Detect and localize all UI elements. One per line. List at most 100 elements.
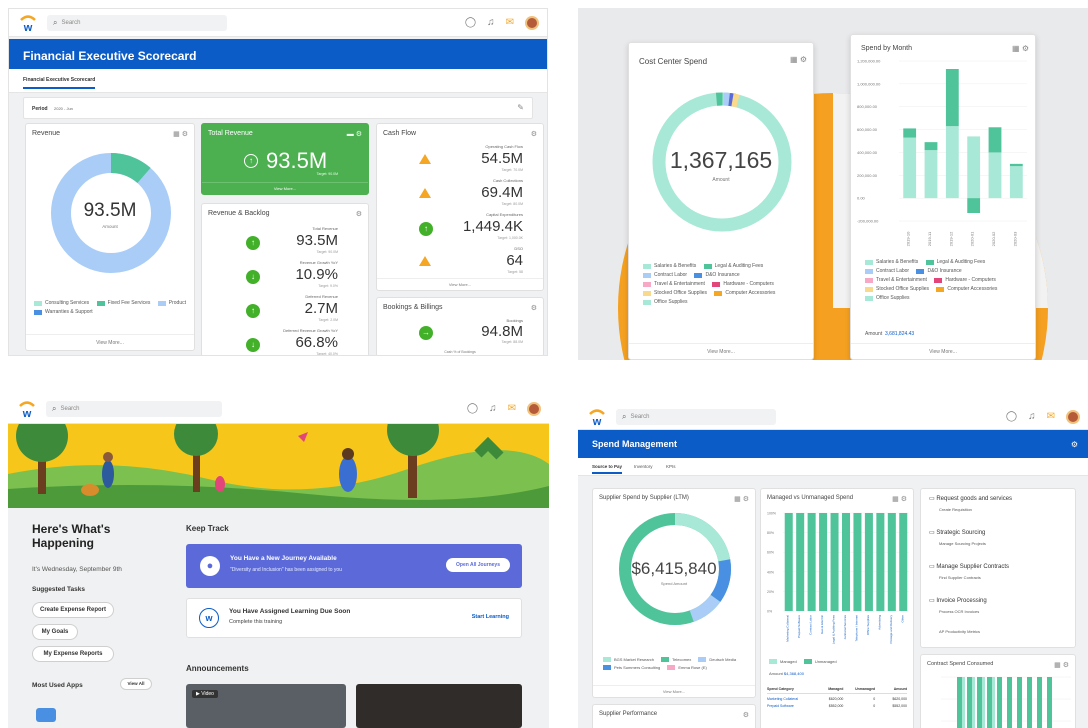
heading-line: Here's What's: [32, 522, 111, 536]
x-tick-label: 2020-03: [1012, 231, 1017, 246]
workday-logo-icon[interactable]: w: [17, 12, 39, 34]
revenue-backlog-card: Revenue & Backlog ⚙ ↑ Total Revenue 93.5…: [201, 203, 369, 355]
scorecard-screenshot: w ⌕ Search ◯ ♫ ✉ Financial Executive Scor…: [8, 8, 548, 356]
search-input[interactable]: ⌕ Search: [47, 14, 227, 31]
settings-icon[interactable]: ▦ ⚙: [734, 495, 749, 503]
my-goals-button[interactable]: My Goals: [32, 624, 78, 640]
spend-by-month-legend: Salaries & Benefits Legal & Auditing Fee…: [865, 259, 1035, 304]
view-more-link[interactable]: View More...: [593, 685, 755, 697]
card-title: Revenue & Backlog: [208, 210, 270, 217]
action-title[interactable]: ▭ Manage Supplier Contracts: [929, 563, 1009, 570]
y-tick-label: 80%: [767, 531, 774, 535]
kpi-target: Target: 70.0M: [501, 168, 523, 172]
supplier-sub: Spend Amount: [660, 581, 688, 586]
card-title: Cost Center Spend: [639, 57, 708, 66]
x-tick-label: Contract Labor: [809, 615, 813, 635]
bar-salaries-benefits: [1009, 166, 1023, 199]
tab-kpis[interactable]: KPIs: [666, 464, 676, 469]
top-bar: w ⌕ Search ◯ ♫ ✉: [8, 394, 549, 424]
settings-icon[interactable]: ⚙: [743, 711, 749, 719]
tab-scorecard[interactable]: Financial Executive Scorecard: [23, 77, 96, 89]
view-more-link[interactable]: View More...: [26, 334, 194, 350]
x-tick-label: Prepaid Software: [797, 615, 801, 638]
cash-flow-card: Cash Flow ⚙ Operating Cash Flow 54.5M Ta…: [376, 123, 544, 291]
avatar[interactable]: [527, 401, 541, 416]
action-title[interactable]: ▭ Invoice Processing: [929, 597, 987, 604]
create-expense-report-button[interactable]: Create Expense Report: [32, 602, 114, 618]
action-link[interactable]: Create Requisition: [939, 507, 972, 512]
suggested-heading: Suggested Tasks: [32, 586, 85, 593]
announcement-video-card[interactable]: ▶ Video: [186, 684, 346, 728]
settings-icon[interactable]: ▦ ⚙: [790, 55, 807, 64]
inbox-icon[interactable]: ✉: [506, 17, 514, 28]
view-all-button[interactable]: View All: [120, 678, 152, 690]
search-input[interactable]: ⌕ Search: [616, 408, 776, 425]
action-link[interactable]: Manage Sourcing Projects: [939, 541, 986, 546]
open-all-journeys-button[interactable]: Open All Journeys: [446, 558, 510, 572]
chat-icon[interactable]: ◯: [465, 17, 476, 28]
table-row[interactable]: Prepaid Software $552,000 0 $552,000: [767, 701, 907, 708]
tab-inventory[interactable]: Inventory: [634, 464, 653, 469]
kpi-label: Revenue Growth YoY: [299, 260, 338, 265]
x-tick-label: 2020-01: [970, 231, 975, 246]
inbox-icon[interactable]: ✉: [1047, 411, 1055, 422]
avatar[interactable]: [525, 15, 539, 30]
bar-managed: [841, 513, 851, 611]
settings-icon[interactable]: ⚙: [531, 304, 537, 312]
inbox-icon[interactable]: ✉: [508, 403, 516, 414]
settings-icon[interactable]: ▦ ⚙: [892, 495, 907, 503]
view-more-link[interactable]: View More...: [629, 343, 813, 359]
learning-card[interactable]: w You Have Assigned Learning Due Soon Co…: [186, 598, 522, 638]
chat-icon[interactable]: ◯: [467, 403, 478, 414]
y-tick-label: 0.00: [857, 196, 866, 201]
start-learning-link[interactable]: Start Learning: [472, 614, 509, 620]
search-input[interactable]: ⌕ Search: [46, 400, 222, 417]
bell-icon[interactable]: ♫: [1028, 411, 1036, 422]
settings-icon[interactable]: ▬ ⚙: [347, 130, 362, 138]
settings-icon[interactable]: ⚙: [356, 210, 362, 218]
app-icon[interactable]: [36, 708, 56, 722]
settings-icon[interactable]: ▦ ⚙: [1012, 44, 1029, 53]
action-title[interactable]: ▭ Request goods and services: [929, 495, 1012, 502]
tab-source-to-pay[interactable]: Source to Pay: [592, 464, 623, 474]
settings-icon[interactable]: ⚙: [1071, 440, 1078, 449]
settings-icon[interactable]: ▦ ⚙: [1054, 661, 1069, 669]
x-tick-label: Advertising: [877, 615, 881, 630]
table-row[interactable]: Marketing Collateral $620,000 0 $620,000: [767, 694, 907, 701]
view-more-link[interactable]: View More...: [202, 182, 368, 194]
bar-managed: [853, 513, 862, 611]
journey-card[interactable]: ● You Have a New Journey Available "Dive…: [186, 544, 522, 588]
bell-icon[interactable]: ♫: [489, 403, 497, 414]
bar-salaries-benefits: [945, 126, 959, 199]
kpi-value: 64: [506, 252, 523, 269]
action-link[interactable]: AP Productivity Metrics: [939, 629, 980, 634]
workday-logo-icon[interactable]: w: [16, 398, 38, 420]
announcement-card[interactable]: [356, 684, 522, 728]
action-title[interactable]: ▭ Strategic Sourcing: [929, 529, 985, 536]
kpi-target: Target: 80.0M: [501, 202, 523, 206]
managed-unmanaged-card: Managed vs Unmanaged Spend ▦ ⚙ 100% 80% 60…: [760, 488, 914, 728]
view-more-link[interactable]: View More...: [377, 278, 543, 290]
kpi-label: DSO: [514, 246, 523, 251]
chat-icon[interactable]: ◯: [1006, 411, 1017, 422]
settings-icon[interactable]: ⚙: [531, 130, 537, 138]
bar-salaries-benefits: [924, 150, 938, 199]
action-link[interactable]: Process OCR Invoices: [939, 609, 979, 614]
bar-legal-auditing-fees: [1009, 163, 1023, 167]
up-arrow-icon: ↑: [419, 222, 433, 236]
my-expense-reports-button[interactable]: My Expense Reports: [32, 646, 114, 662]
bar-managed: [864, 513, 873, 611]
edit-icon[interactable]: ✎: [517, 103, 524, 112]
y-tick-label: 200,000.00: [857, 173, 878, 178]
bell-icon[interactable]: ♫: [487, 17, 495, 28]
search-placeholder: Search: [630, 413, 650, 420]
settings-icon[interactable]: ▦ ⚙: [173, 130, 188, 138]
amount-value[interactable]: 3,681,824.43: [885, 331, 914, 337]
action-link[interactable]: Find Supplier Contracts: [939, 575, 981, 580]
workday-logo-icon[interactable]: w: [586, 406, 608, 428]
down-arrow-icon: ↓: [246, 338, 260, 352]
view-more-link[interactable]: View More...: [851, 343, 1035, 359]
avatar[interactable]: [1066, 409, 1080, 424]
list-item: Operating Cash Flow 54.5M Target: 70.0M: [377, 142, 543, 176]
actions-card: ▭ Request goods and services Create Requ…: [920, 488, 1076, 648]
